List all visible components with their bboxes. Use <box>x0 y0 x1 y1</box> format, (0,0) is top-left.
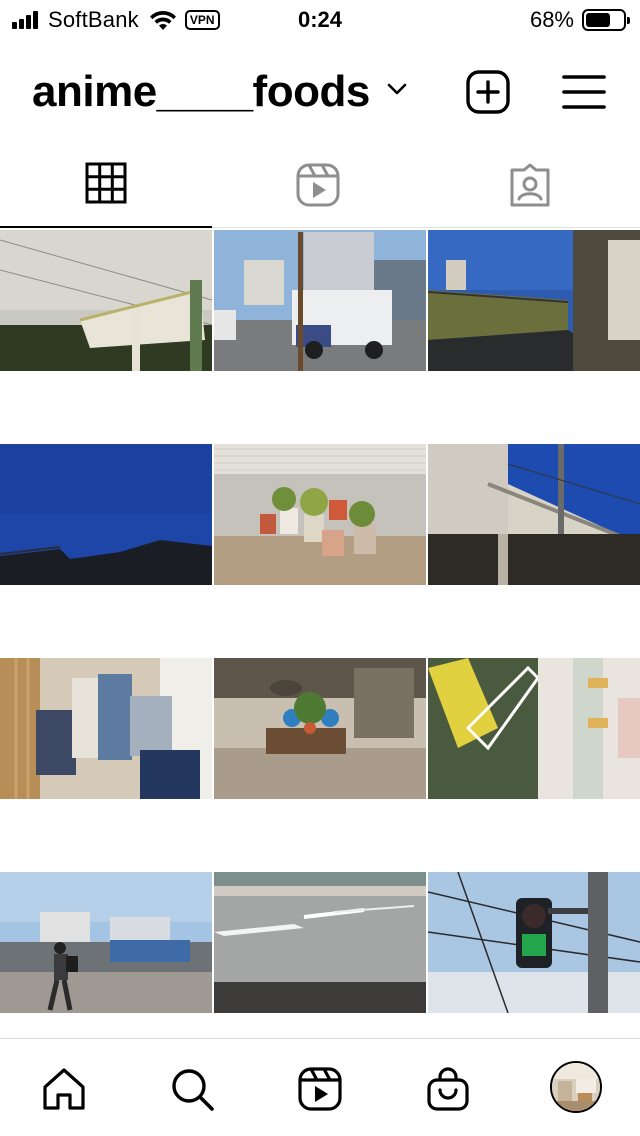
post-image <box>214 658 426 799</box>
post-image <box>0 872 212 1013</box>
profile-tabs <box>0 150 640 230</box>
profile-header: anime____foods <box>0 56 640 128</box>
search-icon <box>172 1069 214 1111</box>
post-thumbnail-9[interactable] <box>428 658 640 799</box>
nav-reels[interactable] <box>296 1065 344 1113</box>
status-bar: SoftBank VPN 0:24 68% <box>0 0 640 40</box>
tagged-icon <box>510 163 550 207</box>
cellular-signal-icon <box>12 11 40 29</box>
bottom-navigation <box>0 1038 640 1136</box>
grid-icon <box>85 162 127 204</box>
post-thumbnail-4[interactable] <box>0 444 212 585</box>
post-image <box>0 658 212 799</box>
chevron-down-icon[interactable] <box>386 82 408 96</box>
post-thumbnail-1[interactable] <box>0 230 212 371</box>
nav-shop[interactable] <box>424 1065 472 1113</box>
status-right: 68% <box>529 6 630 34</box>
post-thumbnail-11[interactable] <box>214 872 426 1013</box>
post-thumbnail-10[interactable] <box>0 872 212 1013</box>
post-image <box>214 230 426 371</box>
post-thumbnail-5[interactable] <box>214 444 426 585</box>
post-thumbnail-8[interactable] <box>214 658 426 799</box>
post-image <box>0 230 212 371</box>
home-icon <box>43 1068 85 1110</box>
create-post-button[interactable] <box>464 68 512 116</box>
vpn-badge: VPN <box>184 10 220 30</box>
post-thumbnail-3[interactable] <box>428 230 640 371</box>
post-image <box>428 444 640 585</box>
post-thumbnail-7[interactable] <box>0 658 212 799</box>
profile-name-switcher[interactable]: anime____foods <box>32 66 370 118</box>
post-thumbnail-2[interactable] <box>214 230 426 371</box>
post-image <box>428 230 640 371</box>
nav-search[interactable] <box>168 1065 216 1113</box>
post-thumbnail-12[interactable] <box>428 872 640 1013</box>
post-image <box>428 872 640 1013</box>
profile-picture <box>552 1063 600 1111</box>
reels-icon <box>298 1067 342 1111</box>
tab-posts-grid[interactable] <box>0 150 212 230</box>
battery-percent: 68% <box>529 7 574 32</box>
status-left: SoftBank VPN <box>12 6 220 34</box>
post-image <box>0 444 212 585</box>
reels-icon <box>296 163 340 207</box>
wifi-icon <box>149 10 176 30</box>
battery-level <box>586 13 611 27</box>
shopping-bag-icon <box>427 1067 469 1111</box>
tab-reels[interactable] <box>212 150 424 230</box>
tab-tagged[interactable] <box>424 150 636 230</box>
post-image <box>214 872 426 1013</box>
post-thumbnail-6[interactable] <box>428 444 640 585</box>
menu-button[interactable] <box>560 72 608 112</box>
posts-grid <box>0 230 640 1040</box>
post-image <box>428 658 640 799</box>
post-image <box>214 444 426 585</box>
avatar[interactable] <box>550 1061 602 1113</box>
battery-icon <box>582 9 630 31</box>
nav-home[interactable] <box>40 1065 88 1113</box>
carrier-name: SoftBank <box>48 7 139 32</box>
active-tab-indicator <box>0 226 212 228</box>
